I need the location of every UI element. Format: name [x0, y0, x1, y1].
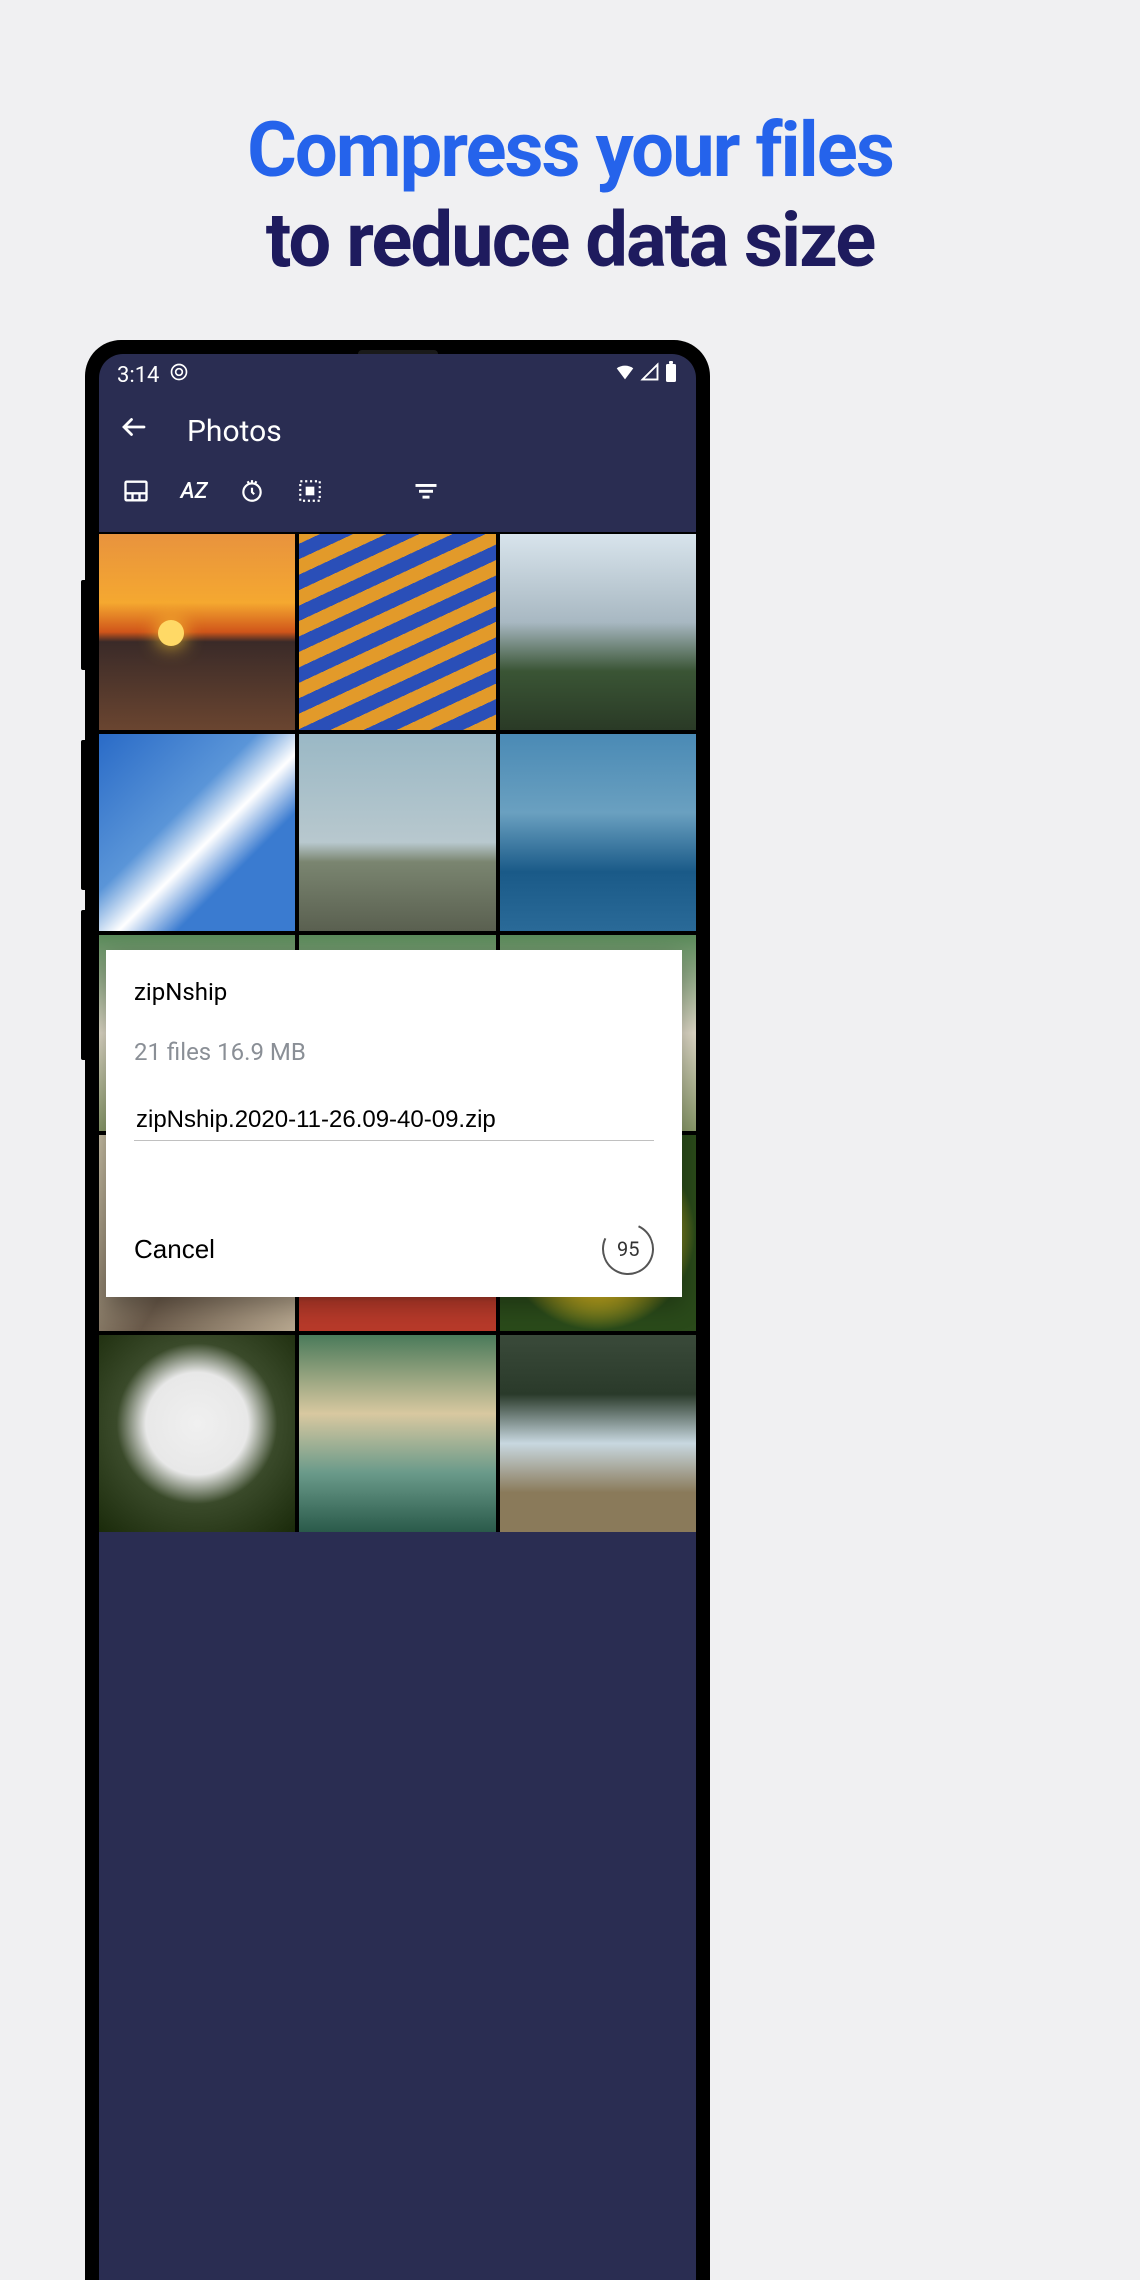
dialog-file-info: 21 files 16.9 MB [134, 1038, 654, 1066]
photo-thumbnail[interactable] [99, 1335, 295, 1531]
photo-thumbnail[interactable] [99, 534, 295, 730]
photo-thumbnail[interactable] [99, 734, 295, 930]
photo-thumbnail[interactable] [299, 734, 495, 930]
headline-line-2: to reduce data size [0, 195, 1140, 285]
view-grid-icon[interactable] [121, 476, 151, 506]
promo-headline: Compress your files to reduce data size [0, 0, 1140, 285]
sort-time-icon[interactable] [237, 476, 267, 506]
status-bar: 3:14 [99, 354, 696, 396]
toolbar: AZ [99, 454, 696, 532]
headline-line-1: Compress your files [0, 105, 1140, 195]
photo-thumbnail[interactable] [299, 534, 495, 730]
sort-az-icon[interactable]: AZ [179, 476, 209, 506]
dnd-icon [169, 362, 189, 388]
phone-mockup: 3:14 [85, 340, 710, 2280]
wifi-icon [614, 361, 636, 389]
filename-input[interactable] [134, 1102, 654, 1141]
filter-icon[interactable] [411, 476, 441, 506]
photo-thumbnail[interactable] [500, 1335, 696, 1531]
photo-thumbnail[interactable] [299, 1335, 495, 1531]
signal-icon [640, 362, 660, 388]
photo-thumbnail[interactable] [500, 734, 696, 930]
dialog-title: zipNship [134, 978, 654, 1006]
status-time: 3:14 [117, 363, 159, 388]
photo-thumbnail[interactable] [500, 534, 696, 730]
page-title: Photos [187, 414, 282, 449]
progress-indicator: 95 [595, 1216, 662, 1283]
battery-icon [664, 361, 678, 389]
select-all-icon[interactable] [295, 476, 325, 506]
back-button[interactable] [119, 412, 149, 450]
progress-value: 95 [617, 1237, 639, 1261]
cancel-button[interactable]: Cancel [134, 1234, 215, 1265]
compress-dialog: zipNship 21 files 16.9 MB Cancel 95 [106, 950, 682, 1297]
app-bar: Photos [99, 396, 696, 454]
